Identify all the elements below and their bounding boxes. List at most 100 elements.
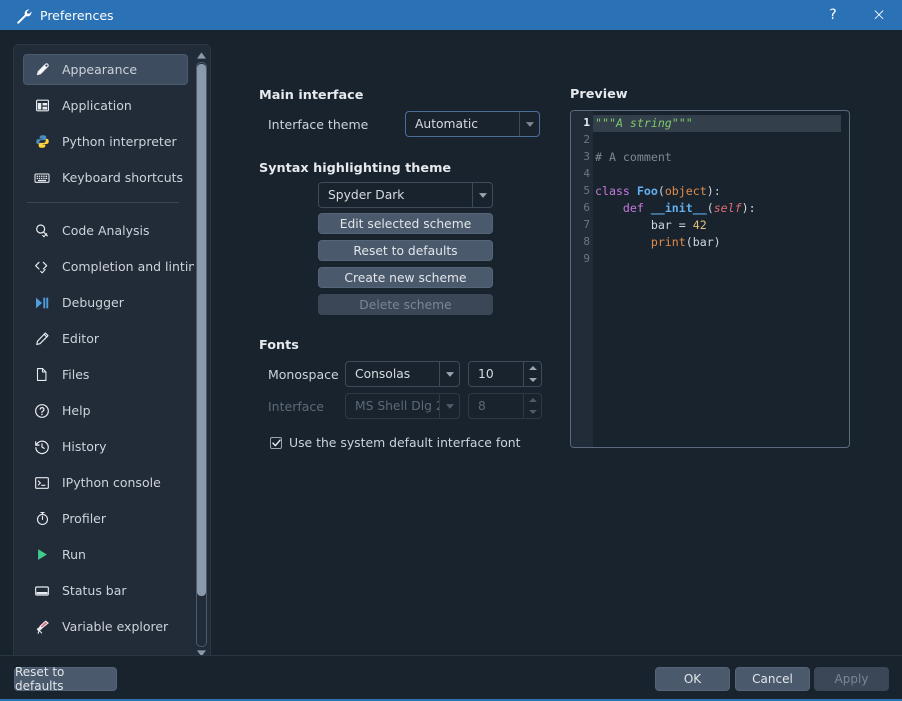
ok-button[interactable]: OK bbox=[655, 667, 730, 691]
terminal-icon bbox=[31, 474, 53, 492]
cancel-button[interactable]: Cancel bbox=[735, 667, 810, 691]
monospace-font-combobox[interactable]: Consolas bbox=[345, 361, 460, 387]
checkbox-checked-icon[interactable] bbox=[270, 436, 282, 449]
code-line-7: bar = 42 bbox=[595, 218, 707, 232]
sidebar-item-files[interactable]: Files bbox=[23, 359, 188, 390]
spinbox-buttons[interactable] bbox=[523, 362, 541, 386]
chevron-down-icon bbox=[439, 394, 459, 418]
sidebar-scrollbar[interactable] bbox=[194, 47, 208, 661]
syntax-scheme-combobox[interactable]: Spyder Dark bbox=[318, 182, 493, 208]
monospace-font-value: Consolas bbox=[355, 367, 411, 381]
chevron-down-icon[interactable] bbox=[472, 183, 492, 207]
spin-down-icon[interactable] bbox=[524, 374, 541, 386]
sidebar-item-application[interactable]: Application bbox=[23, 90, 188, 121]
sidebar-item-label: Python interpreter bbox=[62, 134, 177, 149]
reset-to-defaults-scheme-button[interactable]: Reset to defaults bbox=[318, 240, 493, 261]
sidebar-item-label: Editor bbox=[62, 331, 99, 346]
code-line-6: def __init__(self): bbox=[622, 201, 756, 215]
sidebar-item-python-interpreter[interactable]: Python interpreter bbox=[23, 126, 188, 157]
keyboard-icon bbox=[31, 169, 53, 187]
create-new-scheme-button[interactable]: Create new scheme bbox=[318, 267, 493, 288]
scrollbar-thumb[interactable] bbox=[197, 64, 206, 596]
reset-to-defaults-button[interactable]: Reset to defaults bbox=[14, 665, 117, 693]
sidebar-item-keyboard-shortcuts[interactable]: Keyboard shortcuts bbox=[23, 162, 188, 193]
chevron-down-icon[interactable] bbox=[439, 362, 459, 386]
sidebar-item-history[interactable]: History bbox=[23, 431, 188, 462]
sidebar-item-label: Status bar bbox=[62, 583, 127, 598]
sidebar-item-ipython-console[interactable]: IPython console bbox=[23, 467, 188, 498]
help-button[interactable]: ? bbox=[810, 0, 856, 30]
interface-theme-value: Automatic bbox=[415, 117, 479, 131]
line-number: 5 bbox=[583, 184, 590, 197]
debug-step-icon bbox=[31, 294, 53, 312]
sidebar-separator bbox=[27, 202, 179, 203]
spin-up-icon bbox=[524, 394, 541, 406]
close-button[interactable]: × bbox=[856, 0, 902, 30]
monospace-font-size-spinbox[interactable]: 10 bbox=[468, 361, 542, 387]
stopwatch-icon bbox=[31, 510, 53, 528]
play-icon bbox=[31, 546, 53, 564]
interface-font-combobox: MS Shell Dlg 2 bbox=[345, 393, 460, 419]
spin-up-icon[interactable] bbox=[524, 362, 541, 374]
line-number: 8 bbox=[583, 235, 590, 248]
sidebar-list: Appearance Application Python interprete… bbox=[14, 45, 204, 661]
sidebar-item-profiler[interactable]: Profiler bbox=[23, 503, 188, 534]
code-line-8: print(bar) bbox=[650, 235, 721, 249]
sidebar-item-variable-explorer[interactable]: Variable explorer bbox=[23, 611, 188, 642]
dialog-footer: Reset to defaults OK Cancel Apply bbox=[0, 655, 902, 701]
magnifier-check-icon bbox=[31, 222, 53, 240]
sidebar-item-label: Appearance bbox=[62, 62, 138, 77]
telescope-icon bbox=[31, 618, 53, 636]
sidebar-item-label: Application bbox=[62, 98, 132, 113]
pencil-icon bbox=[31, 330, 53, 348]
use-system-default-font-checkbox-row[interactable]: Use the system default interface font bbox=[270, 435, 520, 450]
clock-back-icon bbox=[31, 438, 53, 456]
spin-down-icon bbox=[524, 406, 541, 418]
syntax-theme-heading: Syntax highlighting theme bbox=[259, 161, 452, 176]
code-line-1: """A string""" bbox=[595, 116, 693, 130]
eyedropper-icon bbox=[31, 61, 53, 79]
fonts-heading: Fonts bbox=[259, 338, 299, 353]
file-icon bbox=[31, 366, 53, 384]
sidebar-item-label: Profiler bbox=[62, 511, 107, 526]
sidebar-item-status-bar[interactable]: Status bar bbox=[23, 575, 188, 606]
sidebar-item-label: Completion and linting bbox=[62, 259, 205, 274]
interface-font-label: Interface bbox=[268, 399, 324, 414]
sidebar-item-appearance[interactable]: Appearance bbox=[23, 54, 188, 85]
interface-theme-combobox[interactable]: Automatic bbox=[405, 111, 540, 137]
code-check-icon bbox=[31, 258, 53, 276]
sidebar-item-editor[interactable]: Editor bbox=[23, 323, 188, 354]
line-number: 1 bbox=[583, 116, 590, 129]
sidebar: Appearance Application Python interprete… bbox=[13, 44, 211, 662]
window-titlebar: Preferences ? × bbox=[0, 0, 902, 30]
delete-scheme-button: Delete scheme bbox=[318, 294, 493, 315]
interface-theme-label: Interface theme bbox=[268, 117, 369, 132]
sidebar-item-label: Help bbox=[62, 403, 91, 418]
preview-heading: Preview bbox=[570, 87, 628, 102]
chevron-down-icon[interactable] bbox=[519, 112, 539, 136]
use-system-default-font-label: Use the system default interface font bbox=[289, 435, 521, 450]
code-preview-panel[interactable]: 1 2 3 4 5 6 7 8 9 """A string""" # A com… bbox=[570, 110, 850, 448]
sidebar-item-help[interactable]: Help bbox=[23, 395, 188, 426]
python-icon bbox=[31, 133, 53, 151]
sidebar-item-label: Keyboard shortcuts bbox=[62, 170, 184, 185]
code-line-5: class Foo(object): bbox=[595, 184, 721, 198]
sidebar-item-label: Code Analysis bbox=[62, 223, 150, 238]
monospace-font-size-value: 10 bbox=[478, 367, 494, 381]
line-number: 9 bbox=[583, 252, 590, 265]
sidebar-item-label: Run bbox=[62, 547, 86, 562]
sidebar-item-label: History bbox=[62, 439, 107, 454]
sidebar-item-code-analysis[interactable]: Code Analysis bbox=[23, 215, 188, 246]
statusbar-icon bbox=[31, 582, 53, 600]
scroll-up-arrow-icon[interactable] bbox=[195, 49, 207, 61]
code-line-3: # A comment bbox=[595, 150, 672, 164]
sidebar-item-run[interactable]: Run bbox=[23, 539, 188, 570]
sidebar-item-completion-and-linting[interactable]: Completion and linting bbox=[23, 251, 204, 282]
main-interface-heading: Main interface bbox=[259, 88, 364, 103]
sidebar-item-label: Files bbox=[62, 367, 90, 382]
edit-selected-scheme-button[interactable]: Edit selected scheme bbox=[318, 213, 493, 234]
sidebar-item-label: Variable explorer bbox=[62, 619, 169, 634]
interface-font-value: MS Shell Dlg 2 bbox=[355, 399, 439, 413]
sidebar-item-debugger[interactable]: Debugger bbox=[23, 287, 188, 318]
sidebar-item-label: IPython console bbox=[62, 475, 161, 490]
